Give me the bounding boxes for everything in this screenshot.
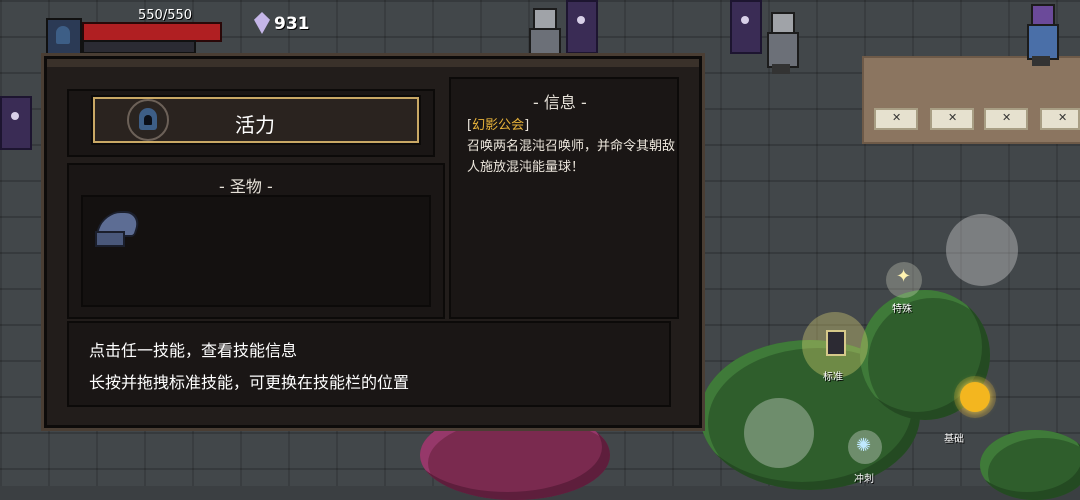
- hp-text: 550/550: [138, 8, 193, 23]
- cloak-tail: [95, 231, 125, 247]
- relics-title: - 圣物 -: [219, 177, 273, 196]
- hint-line-2: 长按并拖拽标准技能，可更换在技能栏的位置: [89, 373, 410, 392]
- hint-line-1: 点击任一技能，查看技能信息: [89, 341, 298, 360]
- guild-name: 幻影公会: [472, 118, 525, 133]
- standard-label: 标准: [823, 372, 843, 383]
- dash-button[interactable]: ✺: [848, 430, 882, 464]
- player-portrait: [46, 18, 82, 56]
- hp-bar: [82, 22, 222, 42]
- wizard-npc[interactable]: [1024, 4, 1059, 66]
- rug-tile: ✕: [930, 108, 974, 130]
- basic-skill-button[interactable]: [954, 376, 996, 418]
- hint-section: [67, 321, 671, 407]
- skill-info-panel: 活力 - 圣物 - - 信息 - [幻影公会] 召唤两名混沌召唤师，并命令其朝敌…: [44, 56, 702, 428]
- special-label: 特殊: [892, 304, 912, 315]
- gem-icon: [254, 12, 270, 34]
- basic-label: 基础: [944, 434, 964, 445]
- info-section: [449, 77, 679, 319]
- skill-description: 召唤两名混沌召唤师，并命令其朝敌人施放混沌能量球！: [467, 139, 676, 175]
- sparkle-icon: ✦: [896, 266, 912, 287]
- info-title: - 信息 -: [533, 93, 587, 112]
- fireball-icon: [960, 382, 990, 412]
- special-skill-button[interactable]: ✦: [886, 262, 922, 298]
- relic-item[interactable]: [94, 205, 144, 249]
- info-description: [幻影公会] 召唤两名混沌召唤师，并命令其朝敌人施放混沌能量球！: [467, 115, 677, 178]
- player-hood-icon: [56, 26, 70, 44]
- rug-tile: ✕: [1040, 108, 1080, 130]
- hooded-figure-icon: [139, 108, 157, 130]
- banner: [0, 96, 32, 150]
- guild-bracket-close: ]: [524, 118, 530, 133]
- tree: [980, 430, 1080, 500]
- gem-count: 931: [274, 14, 310, 34]
- panel-frame: [47, 59, 699, 67]
- banner: [730, 0, 762, 54]
- carpet: [862, 56, 1080, 144]
- aim-area[interactable]: [744, 398, 814, 468]
- swirl-icon: ✺: [856, 435, 872, 456]
- summoner-icon: [826, 330, 846, 356]
- mana-bar: [82, 40, 196, 54]
- banner: [566, 0, 598, 54]
- dash-label: 冲刺: [854, 474, 874, 485]
- joystick-area[interactable]: [946, 214, 1018, 286]
- knight-npc[interactable]: [764, 12, 799, 74]
- skill-icon: [127, 99, 169, 141]
- rug-tile: ✕: [984, 108, 1028, 130]
- rug-tile: ✕: [874, 108, 918, 130]
- skill-tab-label: 活力: [235, 113, 275, 137]
